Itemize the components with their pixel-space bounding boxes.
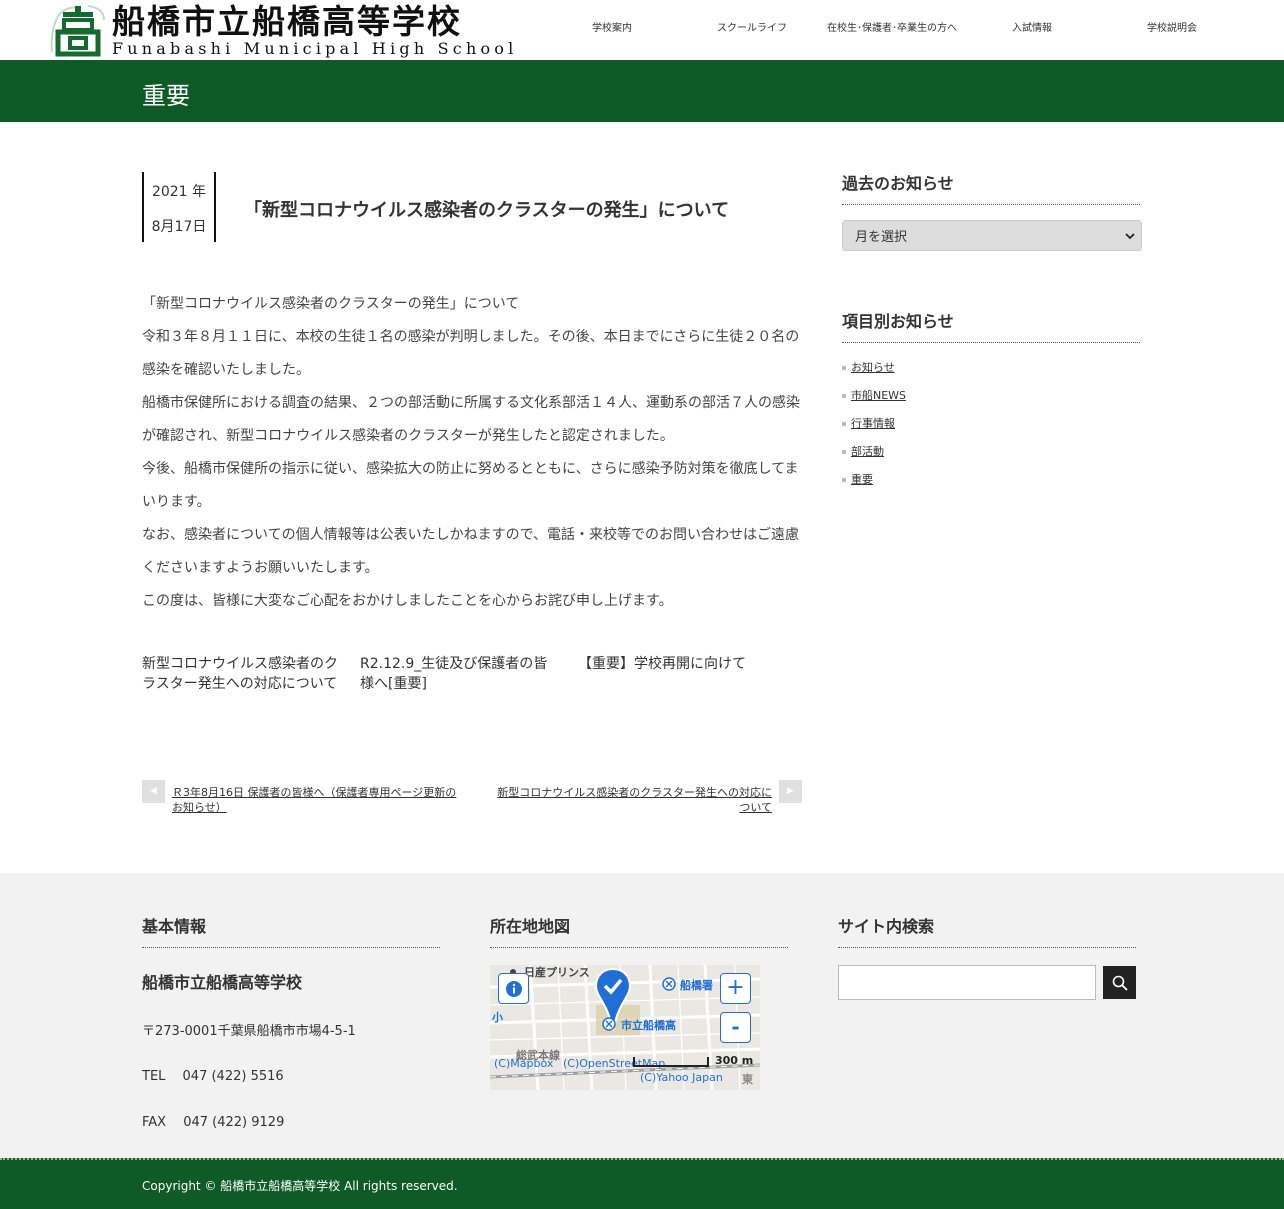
page-title-bar: 重要: [0, 60, 1284, 122]
category-item: 行事情報: [842, 413, 1142, 441]
footer-map-heading: 所在地地図: [490, 913, 788, 948]
related-post-link[interactable]: 【重要】学校再開に向けて: [578, 654, 778, 694]
footer-search-section: サイト内検索: [838, 913, 1136, 1000]
map-label-police: 船橋署: [680, 979, 713, 992]
logo-english-text: Funabashi Municipal High School: [112, 39, 518, 58]
map-credit-mapbox[interactable]: (C)Mapbox: [494, 1057, 553, 1070]
global-nav: 学校案内 スクールライフ 在校生･保護者･卒業生の方へ 入試情報 学校説明会: [542, 0, 1242, 60]
search-icon: [1112, 975, 1128, 991]
category-link-important[interactable]: 重要: [851, 473, 873, 486]
category-heading: 項目別お知らせ: [842, 308, 1140, 343]
map-info-button[interactable]: [498, 973, 529, 1004]
footer-basic-info: 基本情報 船橋市立船橋高等学校 〒273-0001千葉県船橋市市場4-5-1 T…: [142, 913, 440, 1130]
post-body: 「新型コロナウイルス感染者のクラスターの発生」について 令和３年８月１１日に、本…: [142, 288, 802, 618]
chevron-down-icon: [1125, 232, 1135, 239]
related-post-link[interactable]: 新型コロナウイルス感染者のクラスター発生への対応について: [142, 654, 342, 694]
footer-address: 〒273-0001千葉県船橋市市場4-5-1: [142, 1024, 356, 1039]
footer-map-section: 所在地地図 日産プリンス 船橋署 小 市立船橋高 総武本線 東 + - (C)M…: [490, 913, 788, 1090]
map-scale-label: 300 m: [715, 1054, 754, 1067]
footer-info-heading: 基本情報: [142, 913, 440, 948]
category-item: お知らせ: [842, 357, 1142, 385]
archive-month-select[interactable]: 月を選択: [842, 220, 1142, 251]
map-credit-yahoo[interactable]: (C)Yahoo Japan: [640, 1071, 723, 1084]
police-marker-icon: [662, 977, 676, 991]
related-post-link[interactable]: R2.12.9_生徒及び保護者の皆様へ[重要]: [360, 654, 560, 694]
nav-item-info-session[interactable]: 学校説明会: [1102, 0, 1242, 60]
post-paragraph: 令和３年８月１１日に、本校の生徒１名の感染が判明しました。その後、本日までにさら…: [142, 329, 800, 378]
archive-heading: 過去のお知らせ: [842, 170, 1140, 205]
map-zoom-out-button[interactable]: -: [720, 1012, 751, 1043]
footer-school-name: 船橋市立船橋高等学校: [142, 973, 303, 992]
chevron-right-icon[interactable]: ▶: [779, 780, 802, 803]
nav-item-school-life[interactable]: スクールライフ: [682, 0, 822, 60]
category-list: お知らせ 市船NEWS 行事情報 部活動 重要: [842, 357, 1142, 497]
post-title: 「新型コロナウイルス感染者のクラスターの発生」について: [244, 200, 730, 221]
post-paragraph: 船橋市保健所における調査の結果、２つの部活動に所属する文化系部活１４人、運動系の…: [142, 395, 800, 444]
map-label-school-sho: 小: [492, 1011, 503, 1024]
nav-item-students-parents[interactable]: 在校生･保護者･卒業生の方へ: [822, 0, 962, 60]
related-posts: 新型コロナウイルス感染者のクラスター発生への対応について R2.12.9_生徒及…: [142, 654, 802, 694]
map-zoom-in-button[interactable]: +: [720, 973, 751, 1004]
prev-post: ◀ Ｒ3年8月16日 保護者の皆様へ（保護者専用ページ更新のお知らせ）: [142, 780, 457, 815]
post-paragraph: 今後、船橋市保健所の指示に従い、感染拡大の防止に努めるとともに、さらに感染予防対…: [142, 461, 799, 510]
location-map[interactable]: 日産プリンス 船橋署 小 市立船橋高 総武本線 東 + - (C)Mapbox …: [490, 965, 760, 1090]
nav-item-school-guide[interactable]: 学校案内: [542, 0, 682, 60]
archive-select-value: 月を選択: [855, 230, 908, 245]
next-post: 新型コロナウイルス感染者のクラスター発生への対応について ▶: [487, 780, 802, 815]
footer-search-heading: サイト内検索: [838, 913, 1136, 948]
map-label-east: 東: [742, 1073, 753, 1086]
map-label-nissan: 日産プリンス: [524, 966, 590, 979]
post-paragraph: なお、感染者についての個人情報等は公表いたしかねますので、電話・来校等でのお問い…: [142, 527, 800, 576]
category-link-events[interactable]: 行事情報: [851, 417, 895, 430]
footer-fax: FAX 047 (422) 9129: [142, 1115, 285, 1130]
category-link-news[interactable]: お知らせ: [851, 361, 895, 374]
nav-item-admissions[interactable]: 入試情報: [962, 0, 1102, 60]
next-post-link[interactable]: 新型コロナウイルス感染者のクラスター発生への対応について: [487, 785, 772, 815]
school-marker-icon: [602, 1017, 616, 1031]
post-date-year: 2021 年: [151, 184, 207, 200]
map-scale-bar: [633, 1057, 709, 1067]
post-date: 2021 年 8月17日: [142, 172, 216, 242]
prev-post-link[interactable]: Ｒ3年8月16日 保護者の皆様へ（保護者専用ページ更新のお知らせ）: [172, 785, 457, 815]
post-paragraph: この度は、皆様に大変なご心配をおかけしましたことを心からお詫び申し上げます。: [142, 593, 673, 609]
copyright-bar: Copyright © 船橋市立船橋高等学校 All rights reserv…: [0, 1158, 1284, 1209]
logo-japanese-text: 船橋市立船橋高等学校: [112, 2, 462, 41]
footer-tel: TEL 047 (422) 5516: [142, 1069, 284, 1084]
category-item: 部活動: [842, 441, 1142, 469]
page-title: 重要: [142, 82, 190, 110]
site-search-button[interactable]: [1103, 966, 1136, 999]
copyright-text: Copyright © 船橋市立船橋高等学校 All rights reserv…: [142, 1179, 458, 1193]
site-search-input[interactable]: [838, 965, 1097, 1000]
category-item: 重要: [842, 469, 1142, 497]
post-paragraph: 「新型コロナウイルス感染者のクラスターの発生」について: [142, 296, 520, 312]
sidebar: 過去のお知らせ 月を選択 項目別お知らせ お知らせ 市船NEWS 行事情報 部活…: [842, 170, 1142, 497]
site-header: 船橋市立船橋高等学校 Funabashi Municipal High Scho…: [0, 0, 1284, 60]
site-footer: 基本情報 船橋市立船橋高等学校 〒273-0001千葉県船橋市市場4-5-1 T…: [0, 873, 1284, 1158]
category-item: 市船NEWS: [842, 385, 1142, 413]
category-link-clubs[interactable]: 部活動: [851, 445, 884, 458]
post-date-day: 8月17日: [151, 219, 207, 235]
school-emblem-icon: [50, 5, 105, 57]
info-icon: [505, 980, 522, 997]
site-search-form: [838, 965, 1136, 1000]
category-link-ichifuna-news[interactable]: 市船NEWS: [851, 389, 906, 402]
chevron-left-icon[interactable]: ◀: [142, 780, 165, 803]
site-logo[interactable]: 船橋市立船橋高等学校 Funabashi Municipal High Scho…: [48, 2, 518, 60]
post-navigation: ◀ Ｒ3年8月16日 保護者の皆様へ（保護者専用ページ更新のお知らせ） 新型コロ…: [142, 780, 802, 820]
